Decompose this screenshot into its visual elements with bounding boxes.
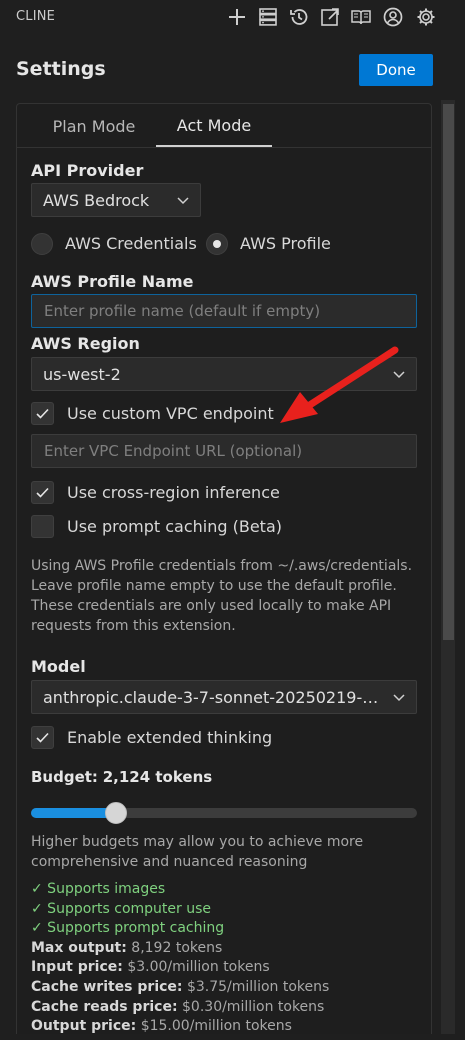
info-value: $0.30/million tokens (182, 999, 325, 1015)
cross-region-checkbox[interactable] (31, 481, 54, 504)
profile-name-label: AWS Profile Name (31, 272, 194, 291)
info-key: Input price: (31, 959, 123, 975)
aws-credentials-radio[interactable] (31, 233, 53, 255)
region-value: us-west-2 (43, 364, 121, 384)
budget-value: 2,124 tokens (102, 768, 213, 786)
info-value: $3.00/million tokens (127, 959, 270, 975)
budget-key: Budget: (31, 768, 98, 786)
checkmark-icon (36, 487, 49, 498)
app-title: CLINE (16, 9, 56, 24)
annotation-arrow-icon (280, 346, 399, 423)
aws-profile-radio[interactable] (206, 233, 228, 255)
region-label: AWS Region (31, 334, 140, 353)
mode-tabs: Plan Mode Act Mode (0, 106, 465, 148)
extended-thinking-label[interactable]: Enable extended thinking (67, 728, 272, 747)
plus-icon[interactable] (224, 4, 250, 30)
info-value: $3.75/million tokens (186, 979, 330, 995)
profile-name-input[interactable] (31, 294, 417, 328)
profile-help-text: Using AWS Profile credentials from ~/.aw… (31, 558, 413, 634)
chevron-down-icon (393, 694, 405, 702)
history-icon[interactable] (286, 4, 312, 30)
model-value: anthropic.claude-3-7-sonnet-20250219-… (43, 687, 379, 707)
vpc-endpoint-label[interactable]: Use custom VPC endpoint (67, 404, 274, 423)
info-value: $15.00/million tokens (140, 1018, 292, 1034)
model-label: Model (31, 657, 86, 676)
feature-computer-use: ✓ Supports computer use (31, 901, 212, 917)
vpc-endpoint-checkbox[interactable] (31, 402, 54, 425)
api-provider-label: API Provider (31, 161, 144, 180)
api-provider-value: AWS Bedrock (43, 190, 150, 210)
info-key: Max output: (31, 940, 127, 956)
budget-help-text: Higher budgets may allow you to achieve … (31, 834, 364, 870)
book-icon[interactable] (348, 4, 374, 30)
page-title: Settings (16, 58, 106, 80)
budget-slider-fill (31, 808, 116, 818)
prompt-caching-checkbox[interactable] (31, 515, 54, 538)
scrollbar-thumb[interactable] (443, 104, 454, 640)
info-key: Cache reads price: (31, 999, 178, 1015)
info-cache-reads: Cache reads price: $0.30/million tokens (31, 999, 324, 1015)
info-input-price: Input price: $3.00/million tokens (31, 959, 270, 975)
done-button[interactable]: Done (359, 54, 433, 86)
aws-profile-label[interactable]: AWS Profile (240, 234, 331, 253)
top-bar: CLINE (0, 0, 465, 34)
server-icon[interactable] (255, 4, 281, 30)
info-key: Cache writes price: (31, 979, 183, 995)
toolbar-icons (220, 4, 465, 30)
aws-credentials-label[interactable]: AWS Credentials (65, 234, 197, 253)
feature-images: ✓ Supports images (31, 881, 166, 897)
tab-act-mode[interactable]: Act Mode (156, 106, 272, 147)
popout-icon[interactable] (317, 4, 343, 30)
model-dropdown[interactable]: anthropic.claude-3-7-sonnet-20250219-… (31, 680, 417, 714)
checkmark-icon (36, 732, 49, 743)
info-value: 8,192 tokens (131, 940, 223, 956)
info-output-price: Output price: $15.00/million tokens (31, 1018, 292, 1034)
info-cache-writes: Cache writes price: $3.75/million tokens (31, 979, 329, 995)
extended-thinking-checkbox[interactable] (31, 726, 54, 749)
cross-region-label[interactable]: Use cross-region inference (67, 483, 280, 502)
account-icon[interactable] (380, 4, 406, 30)
gear-icon[interactable] (413, 4, 439, 30)
vpc-endpoint-input[interactable] (31, 434, 417, 468)
prompt-caching-label[interactable]: Use prompt caching (Beta) (67, 517, 282, 536)
budget-label: Budget: 2,124 tokens (31, 768, 212, 786)
settings-view: CLINE Settings Done Plan Mode Act Mode A… (0, 0, 465, 1040)
bottom-edge (0, 1034, 465, 1040)
feature-prompt-caching: ✓ Supports prompt caching (31, 920, 225, 936)
api-provider-dropdown[interactable]: AWS Bedrock (31, 183, 201, 217)
tabs-divider (16, 147, 432, 148)
info-max-output: Max output: 8,192 tokens (31, 940, 222, 956)
info-key: Output price: (31, 1018, 137, 1034)
budget-slider-thumb[interactable] (104, 802, 127, 824)
checkmark-icon (36, 408, 49, 419)
chevron-down-icon (177, 197, 189, 205)
tab-plan-mode[interactable]: Plan Mode (32, 106, 156, 147)
